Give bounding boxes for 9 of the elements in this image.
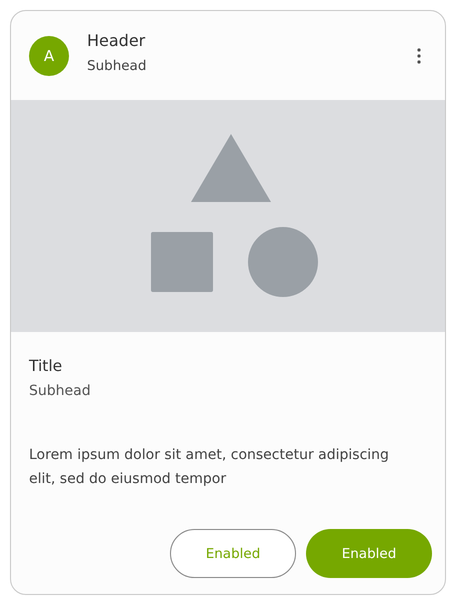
card-title: Title (29, 357, 64, 375)
header-title: Header (87, 31, 146, 50)
header-subhead: Subhead (87, 58, 148, 74)
avatar: A (29, 36, 69, 76)
more-icon[interactable] (417, 48, 421, 64)
enabled-button[interactable]: Enabled (306, 529, 432, 578)
card-subhead: Subhead (29, 383, 92, 399)
card-body-text: Lorem ipsum dolor sit amet, consectetur adipiscing elit, sed do eiusmod tempor (29, 446, 389, 489)
enabled-button[interactable]: Enabled (170, 529, 296, 578)
